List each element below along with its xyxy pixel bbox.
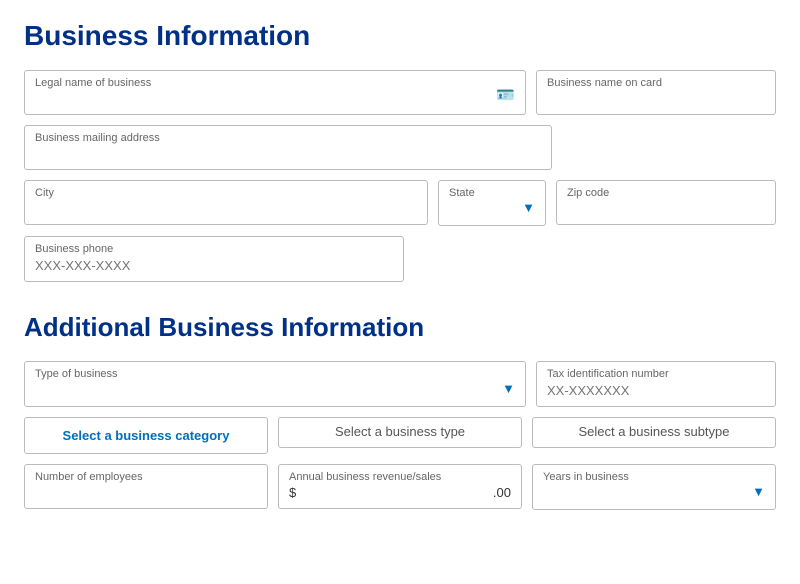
employees-label: Number of employees [35,471,257,483]
subtype-field[interactable]: Select a business subtype [532,417,776,448]
zip-field[interactable]: Zip code [556,180,776,225]
tax-id-group: Tax identification number [536,361,776,407]
employees-group: Number of employees [24,464,268,509]
legal-name-input[interactable] [35,91,515,106]
legal-name-group: Legal name of business 🪪 [24,70,526,115]
state-select-wrapper[interactable]: State StateALAKAZARCACOCTDEFLGAHIIDILINI… [438,180,546,226]
legal-name-field[interactable]: Legal name of business 🪪 [24,70,526,115]
business-name-card-input[interactable] [547,91,765,106]
years-chevron-icon: ▼ [752,484,765,499]
revenue-input[interactable] [300,485,489,500]
city-field[interactable]: City [24,180,428,225]
type-select[interactable] [35,383,493,398]
city-input[interactable] [35,201,417,216]
state-select[interactable]: StateALAKAZARCACOCTDEFLGAHIIDILINIAKSKYL… [449,202,513,217]
subtype-label: Select a business subtype [578,424,729,439]
row-phone: Business phone [24,236,776,282]
legal-name-label: Legal name of business [35,77,515,89]
type-select-label: Select a business type [335,424,465,439]
revenue-field[interactable]: Annual business revenue/sales $ .00 [278,464,522,509]
business-info-section: Business Information Legal name of busin… [24,20,776,282]
state-group: State StateALAKAZARCACOCTDEFLGAHIIDILINI… [438,180,546,226]
state-chevron-icon: ▼ [522,200,535,215]
id-card-icon: 🪪 [496,86,515,104]
type-select-group: Select a business type [278,417,522,448]
type-of-business-group: Type of business ▼ [24,361,526,407]
city-label: City [35,187,417,199]
type-label: Type of business [35,368,493,380]
years-group: Years in business ▼ [532,464,776,510]
subtitle: Additional Business Information [24,312,776,343]
row-city-state-zip: City State StateALAKAZARCACOCTDEFLGAHIID… [24,180,776,226]
business-name-card-field[interactable]: Business name on card [536,70,776,115]
type-select-wrapper[interactable]: Type of business ▼ [24,361,526,407]
phone-input[interactable] [35,258,393,273]
row-employees-revenue-years: Number of employees Annual business reve… [24,464,776,510]
phone-group: Business phone [24,236,404,282]
subtype-group: Select a business subtype [532,417,776,448]
dollar-sign: $ [289,485,296,500]
phone-label: Business phone [35,243,393,255]
row-category-type-subtype: Select a business category Select a busi… [24,417,776,454]
years-select[interactable] [543,486,743,501]
type-select-field[interactable]: Select a business type [278,417,522,448]
category-group: Select a business category [24,417,268,454]
revenue-group: Annual business revenue/sales $ .00 [278,464,522,509]
tax-id-field[interactable]: Tax identification number [536,361,776,407]
phone-field[interactable]: Business phone [24,236,404,282]
category-label[interactable]: Select a business category [63,428,230,443]
category-field[interactable]: Select a business category [24,417,268,454]
business-name-card-label: Business name on card [547,77,765,89]
mailing-address-field[interactable]: Business mailing address [24,125,552,170]
employees-input[interactable] [35,485,257,500]
mailing-address-group: Business mailing address [24,125,776,170]
revenue-label: Annual business revenue/sales [289,471,511,483]
tax-label: Tax identification number [547,368,765,380]
zip-group: Zip code [556,180,776,225]
business-name-card-group: Business name on card [536,70,776,115]
years-select-wrapper[interactable]: Years in business ▼ [532,464,776,510]
employees-field[interactable]: Number of employees [24,464,268,509]
row-legal-name: Legal name of business 🪪 Business name o… [24,70,776,115]
row-type-tax: Type of business ▼ Tax identification nu… [24,361,776,407]
zip-label: Zip code [567,187,765,199]
type-chevron-icon: ▼ [502,381,515,396]
tax-id-input[interactable] [547,383,765,398]
row-address: Business mailing address [24,125,776,170]
cents-label: .00 [493,485,511,500]
state-label: State [449,187,513,199]
page-title: Business Information [24,20,776,52]
zip-input[interactable] [567,201,765,216]
mailing-address-label: Business mailing address [35,132,541,144]
mailing-address-input[interactable] [35,146,541,161]
years-label: Years in business [543,471,743,483]
city-group: City [24,180,428,225]
additional-info-section: Additional Business Information Type of … [24,312,776,510]
